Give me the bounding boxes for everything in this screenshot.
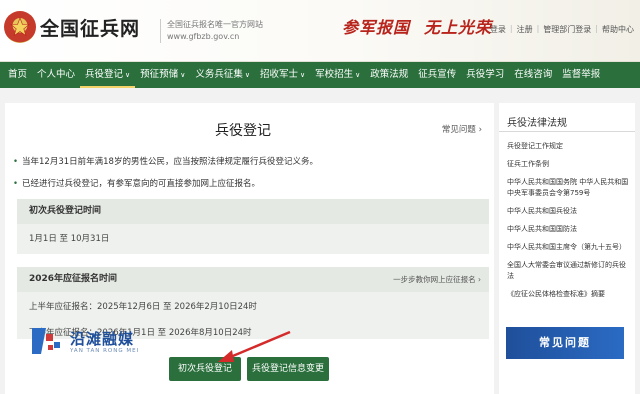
law-link[interactable]: 全国人大常委会审议通过新修订的兵役法	[507, 260, 631, 282]
law-list: 兵役登记工作规定 征兵工作条例 中华人民共和国国务院 中华人民共和国中央军事委员…	[507, 141, 631, 307]
first-registration-panel: 初次兵役登记时间 1月1日 至 10月31日	[17, 199, 489, 254]
bullet-dot-icon: •	[13, 157, 19, 167]
notice-text: 当年12月31日前年满18岁的男性公民，应当按照法律规定履行兵役登记义务。	[22, 157, 318, 167]
faq-link-label: 常见问题	[441, 125, 476, 135]
nav-item-policy[interactable]: 政策法规	[365, 62, 413, 88]
first-registration-button[interactable]: 初次兵役登记	[169, 357, 241, 381]
nav-label: 在线咨询	[514, 69, 553, 80]
chevron-down-icon: ∨	[299, 71, 306, 79]
panel-title: 2026年应征报名时间 一步步教你网上应征报名 ›	[17, 267, 489, 292]
law-link[interactable]: 兵役登记工作规定	[507, 141, 631, 152]
panel-title: 初次兵役登记时间	[17, 199, 489, 224]
top-links: 登录 | 注册 | 管理部门登录 | 帮助中心	[490, 24, 634, 35]
site-url: www.gfbzb.gov.cn	[167, 32, 240, 41]
change-info-button[interactable]: 兵役登记信息变更	[247, 357, 329, 381]
bullet-dot-icon: •	[13, 179, 19, 189]
law-link[interactable]: 中华人民共和国国防法	[507, 224, 631, 235]
divider: |	[536, 24, 540, 33]
nav-item-report[interactable]: 监督举报	[557, 62, 605, 88]
army-emblem-icon	[4, 11, 36, 43]
tutorial-link[interactable]: 一步步教你网上应征报名 ›	[393, 267, 481, 292]
nav-label: 兵役登记	[85, 69, 124, 80]
nav-label: 义务兵征集	[195, 69, 243, 80]
slogan-part-1: 参军报国	[342, 18, 411, 37]
panel-title-text: 初次兵役登记时间	[29, 206, 102, 216]
nav-item-publicity[interactable]: 征兵宣传	[413, 62, 461, 88]
watermark-text: 沿滩融媒	[70, 330, 135, 348]
site-subtitle: 全国征兵报名唯一官方网站 www.gfbzb.gov.cn	[160, 19, 263, 43]
nav-item-personal-center[interactable]: 个人中心	[32, 62, 80, 88]
sidebar-title: 兵役法律法规	[507, 118, 567, 129]
nav-item-conscription[interactable]: 义务兵征集 ∨	[190, 62, 255, 88]
law-link[interactable]: 征兵工作条例	[507, 159, 631, 170]
nav-item-home[interactable]: 首页	[3, 62, 32, 88]
chevron-down-icon: ∨	[180, 71, 186, 79]
slogan-part-2: 无上光荣	[424, 18, 493, 37]
faq-banner[interactable]: 常见问题	[506, 327, 624, 359]
notice-text: 已经进行过兵役登记，有参军意向的可直接参加网上应征报名。	[22, 179, 261, 189]
chevron-down-icon: ∨	[244, 71, 250, 79]
watermark: 沿滩融媒 YAN TAN RONG MEI	[32, 326, 162, 356]
faq-link[interactable]: 常见问题 ›	[442, 123, 482, 135]
chevron-down-icon: ∨	[125, 71, 131, 79]
nav-item-pre-enlistment[interactable]: 预征预储 ∨	[135, 62, 190, 88]
login-link[interactable]: 登录	[490, 24, 506, 35]
panel-body: 1月1日 至 10月31日	[29, 234, 110, 244]
law-link[interactable]: 中华人民共和国主席令（第九十五号）	[507, 242, 631, 253]
panel-title-text: 2026年应征报名时间	[29, 274, 118, 284]
nav-item-learning[interactable]: 兵役学习	[461, 62, 509, 88]
nav-label: 预征预储	[140, 69, 179, 80]
site-subtitle-line1: 全国征兵报名唯一官方网站	[167, 20, 263, 29]
nav-label: 兵役学习	[466, 69, 505, 80]
notice-item: • 当年12月31日前年满18岁的男性公民，应当按照法律规定履行兵役登记义务。	[13, 155, 318, 167]
admin-login-link[interactable]: 管理部门登录	[543, 24, 591, 35]
main-nav: 首页 个人中心 兵役登记 ∨ 预征预储 ∨ 义务兵征集 ∨ 招收军士 ∨ 军校招生 ∨ 政…	[0, 62, 640, 88]
chevron-down-icon: ∨	[355, 71, 361, 79]
law-link[interactable]: 《应征公民体格检查标准》摘要	[507, 289, 631, 300]
nav-label: 个人中心	[37, 69, 76, 80]
site-title[interactable]: 全国征兵网	[40, 14, 140, 41]
sidebar: 兵役法律法规 兵役登记工作规定 征兵工作条例 中华人民共和国国务院 中华人民共和…	[499, 103, 635, 394]
time-line: 上半年应征报名：2025年12月6日 至 2026年2月10日24时	[29, 302, 257, 312]
page-title: 兵役登记	[215, 123, 271, 139]
help-center-link[interactable]: 帮助中心	[602, 24, 634, 35]
register-link[interactable]: 注册	[517, 24, 533, 35]
media-logo-icon	[32, 328, 60, 354]
nav-item-consult[interactable]: 在线咨询	[509, 62, 557, 88]
law-link[interactable]: 中华人民共和国兵役法	[507, 206, 631, 217]
nav-item-nco-recruitment[interactable]: 招收军士 ∨	[255, 62, 310, 88]
nav-item-registration[interactable]: 兵役登记 ∨	[80, 62, 136, 88]
chevron-right-icon: ›	[478, 275, 481, 284]
nav-label: 政策法规	[370, 69, 409, 80]
chevron-right-icon: ›	[478, 125, 482, 135]
law-link[interactable]: 中华人民共和国国务院 中华人民共和国中央军事委员会令第759号	[507, 177, 631, 199]
divider: |	[509, 24, 513, 33]
nav-label: 征兵宣传	[418, 69, 457, 80]
slogan: 参军报国 无上光荣	[342, 14, 506, 38]
watermark-subtext: YAN TAN RONG MEI	[70, 348, 140, 354]
nav-label: 招收军士	[259, 69, 298, 80]
nav-label: 首页	[8, 69, 28, 80]
nav-item-military-academy[interactable]: 军校招生 ∨	[310, 62, 365, 88]
notice-item: • 已经进行过兵役登记，有参军意向的可直接参加网上应征报名。	[13, 177, 260, 189]
nav-label: 军校招生	[315, 69, 354, 80]
divider: |	[595, 24, 598, 33]
nav-label: 监督举报	[562, 69, 601, 80]
tutorial-link-label: 一步步教你网上应征报名	[393, 275, 476, 284]
site-header: 全国征兵网 全国征兵报名唯一官方网站 www.gfbzb.gov.cn 参军报国…	[0, 0, 640, 62]
divider	[499, 131, 635, 132]
